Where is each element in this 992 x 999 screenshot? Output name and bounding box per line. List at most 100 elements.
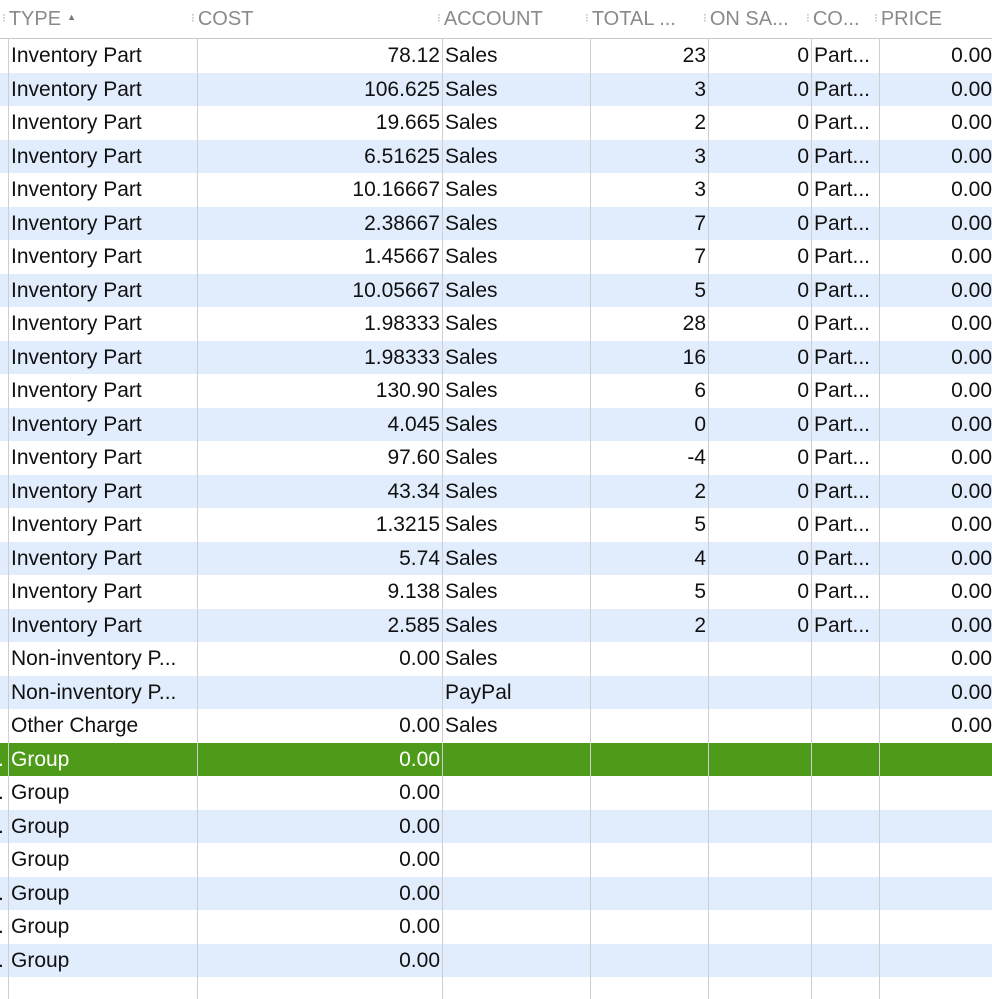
cell-account: Sales: [445, 278, 498, 302]
cell-on-sales: 0: [797, 613, 809, 637]
cell-on-sales: [709, 944, 811, 978]
cell-co: Part...: [814, 345, 871, 369]
table-row[interactable]: Non-inventory P... PayPal 0.00: [0, 675, 992, 710]
table-row[interactable]: Inventory Part 6.51625 Sales 3 0 Part... 0.00: [0, 139, 992, 173]
table-row[interactable]: Inventory Part 2.585 Sales 2 0 Part... 0.00: [0, 608, 992, 643]
cell-cost: 78.12: [387, 44, 440, 67]
table-row[interactable]: Inventory Part 9.138 Sales 5 0 Part... 0.00: [0, 575, 992, 609]
cell-total: [591, 642, 708, 676]
table-row[interactable]: Inventory Part 2.38667 Sales 7 0 Part... 0.00: [0, 206, 992, 240]
cell-price: 0.00: [951, 546, 992, 570]
cell-on-sales: 0: [797, 446, 809, 469]
cell-co: Part...: [814, 513, 871, 536]
cell-cost: 19.665: [375, 111, 440, 134]
cell-marker: [0, 73, 8, 107]
cell-co: Part...: [814, 580, 871, 603]
cell-on-sales: 0: [797, 245, 809, 268]
cell-marker: [0, 709, 8, 743]
table-row[interactable]: Inventory Part 10.05667 Sales 5 0 Part... 0.00: [0, 273, 992, 307]
cell-total: 0: [694, 412, 706, 436]
cell-total: 3: [694, 77, 706, 101]
table-row[interactable]: .Group 0.00: [0, 809, 992, 843]
cell-type: Group: [11, 881, 70, 905]
column-header-type[interactable]: ⁝ TYPE ▲: [2, 8, 192, 31]
cell-cost: 5.74: [399, 546, 440, 570]
table-row[interactable]: .Group 0.00: [0, 742, 992, 776]
header-label: PRICE: [880, 8, 942, 30]
column-header-cost[interactable]: ⁝ COST: [191, 8, 436, 31]
cell-co: Part...: [814, 278, 871, 302]
sort-ascending-icon: ▲: [67, 12, 76, 22]
cell-cost: 1.98333: [364, 312, 440, 335]
header-label: TYPE: [8, 8, 62, 30]
cell-account: Sales: [445, 379, 498, 402]
cell-cost: 0.00: [399, 881, 440, 905]
cell-co: Part...: [814, 379, 871, 402]
table-row[interactable]: .Group 0.00: [0, 943, 992, 978]
cell-marker: .: [0, 944, 8, 978]
table-row[interactable]: Group 0.00: [0, 843, 992, 877]
column-header-total[interactable]: ⁝ TOTAL ...: [585, 8, 705, 31]
cell-total: [591, 676, 708, 710]
cell-price: 0.00: [951, 111, 992, 134]
cell-total: 2: [694, 613, 706, 637]
table-row[interactable]: Inventory Part 5.74 Sales 4 0 Part... 0.00: [0, 541, 992, 576]
cell-cost: 0.00: [399, 781, 440, 804]
table-row[interactable]: .Group 0.00: [0, 876, 992, 910]
cell-cost: 10.16667: [352, 178, 440, 201]
cell-total: [591, 910, 708, 944]
cell-marker: [0, 609, 8, 643]
cell-co: Part...: [814, 479, 871, 503]
table-row[interactable]: Other Charge 0.00 Sales 0.00: [0, 709, 992, 743]
table-row[interactable]: Inventory Part 1.45667 Sales 7 0 Part... 0.00: [0, 240, 992, 274]
cell-price: 0.00: [951, 647, 992, 670]
table-body: Inventory Part 78.12 Sales 23 0 Part... 0.00 In…: [0, 39, 992, 977]
cell-total: 4: [694, 546, 706, 570]
cell-cost: 0.00: [399, 814, 440, 838]
cell-type: Inventory Part: [11, 345, 142, 369]
table-row[interactable]: Inventory Part 130.90 Sales 6 0 Part... 0.00: [0, 374, 992, 408]
cell-marker: .: [0, 776, 8, 810]
table-row[interactable]: Inventory Part 97.60 Sales -4 0 Part... 0.00: [0, 441, 992, 475]
table-row[interactable]: .Group 0.00: [0, 910, 992, 944]
cell-account: Sales: [445, 77, 498, 101]
column-header-account[interactable]: ⁝ ACCOUNT: [437, 8, 587, 31]
cell-total: 7: [694, 211, 706, 235]
table-row[interactable]: Non-inventory P... 0.00 Sales 0.00: [0, 642, 992, 676]
cell-price: 0.00: [951, 278, 992, 302]
cell-account: PayPal: [445, 680, 512, 704]
cell-cost: 0.00: [399, 747, 440, 771]
table-row[interactable]: Inventory Part 10.16667 Sales 3 0 Part... 0.00: [0, 173, 992, 207]
table-header: ⁝ TYPE ▲ ⁝ COST ⁝ ACCOUNT ⁝ TOTAL ... ⁝ ON SA.…: [0, 0, 992, 39]
cell-co: [812, 944, 879, 978]
table-row[interactable]: Inventory Part 78.12 Sales 23 0 Part... 0.00: [0, 39, 992, 73]
cell-co: [812, 843, 879, 877]
cell-price: 0.00: [951, 613, 992, 637]
cell-price: 0.00: [951, 412, 992, 436]
table-row[interactable]: Inventory Part 1.98333 Sales 16 0 Part... 0.00: [0, 340, 992, 374]
cell-on-sales: 0: [797, 379, 809, 402]
cell-price: [880, 944, 992, 978]
cell-total: 3: [694, 144, 706, 168]
table-row[interactable]: Inventory Part 43.34 Sales 2 0 Part... 0.00: [0, 474, 992, 508]
cell-type: Inventory Part: [11, 580, 142, 603]
cell-total: [591, 944, 708, 978]
cell-account: Sales: [445, 245, 498, 268]
table-row[interactable]: Inventory Part 4.045 Sales 0 0 Part... 0.00: [0, 407, 992, 441]
cell-marker: [0, 542, 8, 576]
cell-marker: [0, 642, 8, 676]
table-row[interactable]: Inventory Part 19.665 Sales 2 0 Part... 0.00: [0, 106, 992, 140]
column-header-on-sales[interactable]: ⁝ ON SA...: [703, 8, 808, 31]
table-row[interactable]: Inventory Part 1.3215 Sales 5 0 Part... 0.00: [0, 508, 992, 542]
cell-co: [812, 642, 879, 676]
cell-on-sales: 0: [797, 580, 809, 603]
cell-type: Group: [11, 948, 70, 972]
cell-cost: 106.625: [364, 77, 440, 101]
table-row[interactable]: Inventory Part 106.625 Sales 3 0 Part... 0.00: [0, 72, 992, 107]
table-row[interactable]: Inventory Part 1.98333 Sales 28 0 Part... 0.00: [0, 307, 992, 341]
cell-type: Non-inventory P...: [11, 680, 177, 704]
table-row[interactable]: .Group 0.00: [0, 776, 992, 810]
column-header-price[interactable]: ⁝ PRICE: [874, 8, 992, 31]
cell-marker: [0, 441, 8, 475]
column-header-co[interactable]: ⁝ CO...: [806, 8, 878, 31]
